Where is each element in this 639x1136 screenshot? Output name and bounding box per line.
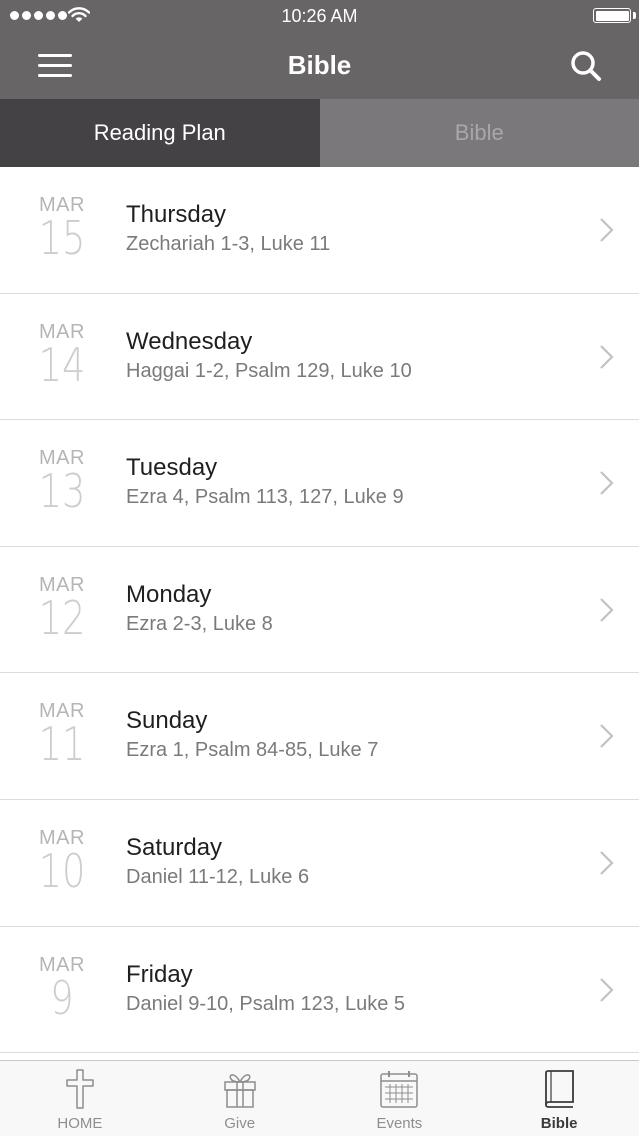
tab-give-label: Give [224, 1115, 256, 1132]
chevron-right-icon [600, 598, 614, 622]
list-item[interactable]: MAR 13 Tuesday Ezra 4, Psalm 113, 127, L… [0, 420, 639, 547]
status-bar: 10:26 AM [0, 0, 639, 32]
weekday-title: Sunday [126, 707, 208, 735]
segmented-control: Reading Plan Bible [0, 99, 639, 167]
tab-events-label: Events [376, 1115, 423, 1132]
day-number: 9 [50, 970, 74, 1025]
chevron-right-icon [600, 724, 614, 749]
chevron-right-icon [600, 344, 614, 369]
chevron-right-icon [600, 218, 614, 242]
page-title: Bible [287, 50, 352, 80]
day-number: 13 [38, 464, 86, 519]
passages-text: Haggai 1-2, Psalm 129, Luke 10 [126, 359, 412, 382]
tab-home-label: HOME [57, 1115, 103, 1132]
passages-text: Daniel 11-12, Luke 6 [126, 865, 310, 888]
passages-text: Ezra 1, Psalm 84-85, Luke 7 [126, 739, 379, 762]
list-item[interactable]: MAR 10 Saturday Daniel 11-12, Luke 6 [0, 799, 639, 927]
chevron-right-icon [600, 471, 614, 495]
day-number: 11 [38, 717, 86, 772]
tab-events[interactable]: Events [320, 1061, 480, 1136]
list-item[interactable]: MAR 14 Wednesday Haggai 1-2, Psalm 129, … [0, 293, 639, 421]
chevron-right-icon [600, 977, 614, 1002]
navigation-bar: Bible [0, 32, 639, 99]
list-item[interactable]: MAR 11 Sunday Ezra 1, Psalm 84-85, Luke … [0, 673, 639, 800]
passages-text: Ezra 2-3, Luke 8 [126, 612, 273, 635]
day-number: 12 [38, 590, 86, 645]
tab-reading-plan[interactable]: Reading Plan [0, 99, 320, 167]
search-icon[interactable] [569, 49, 603, 83]
weekday-title: Wednesday [126, 327, 253, 355]
weekday-title: Saturday [126, 833, 223, 861]
day-number: 10 [38, 843, 86, 898]
tab-bible-label: Bible [540, 1115, 578, 1132]
list-item[interactable]: MAR 15 Thursday Zechariah 1-3, Luke 11 [0, 167, 639, 294]
chevron-right-icon [600, 851, 614, 875]
battery-tip [633, 12, 636, 19]
weekday-title: Monday [126, 580, 212, 608]
battery-icon [593, 8, 631, 23]
tab-give[interactable]: Give [160, 1061, 320, 1136]
passages-text: Zechariah 1-3, Luke 11 [126, 233, 331, 255]
weekday-title: Friday [126, 960, 193, 988]
passages-text: Daniel 9-10, Psalm 123, Luke 5 [126, 992, 406, 1015]
reading-plan-list: MAR 15 Thursday Zechariah 1-3, Luke 11 M… [0, 167, 639, 1060]
passages-text: Ezra 4, Psalm 113, 127, Luke 9 [126, 486, 404, 509]
gift-icon [223, 1074, 256, 1108]
tab-home[interactable]: HOME [0, 1061, 160, 1136]
tab-bar: HOME Give Events Bible [0, 1060, 639, 1136]
cross-icon [66, 1069, 94, 1109]
menu-button[interactable] [36, 52, 76, 80]
book-icon [545, 1070, 575, 1108]
tab-bible[interactable]: Bible [319, 99, 639, 167]
weekday-title: Thursday [126, 201, 227, 228]
status-time: 10:26 AM [281, 6, 358, 26]
day-number: 15 [38, 211, 86, 265]
list-item[interactable]: MAR 12 Monday Ezra 2-3, Luke 8 [0, 546, 639, 674]
list-item[interactable]: MAR 9 Friday Daniel 9-10, Psalm 123, Luk… [0, 926, 639, 1054]
tab-bible-nav[interactable]: Bible [479, 1061, 639, 1136]
day-number: 14 [38, 337, 86, 392]
calendar-icon [380, 1071, 419, 1108]
weekday-title: Tuesday [126, 454, 218, 482]
